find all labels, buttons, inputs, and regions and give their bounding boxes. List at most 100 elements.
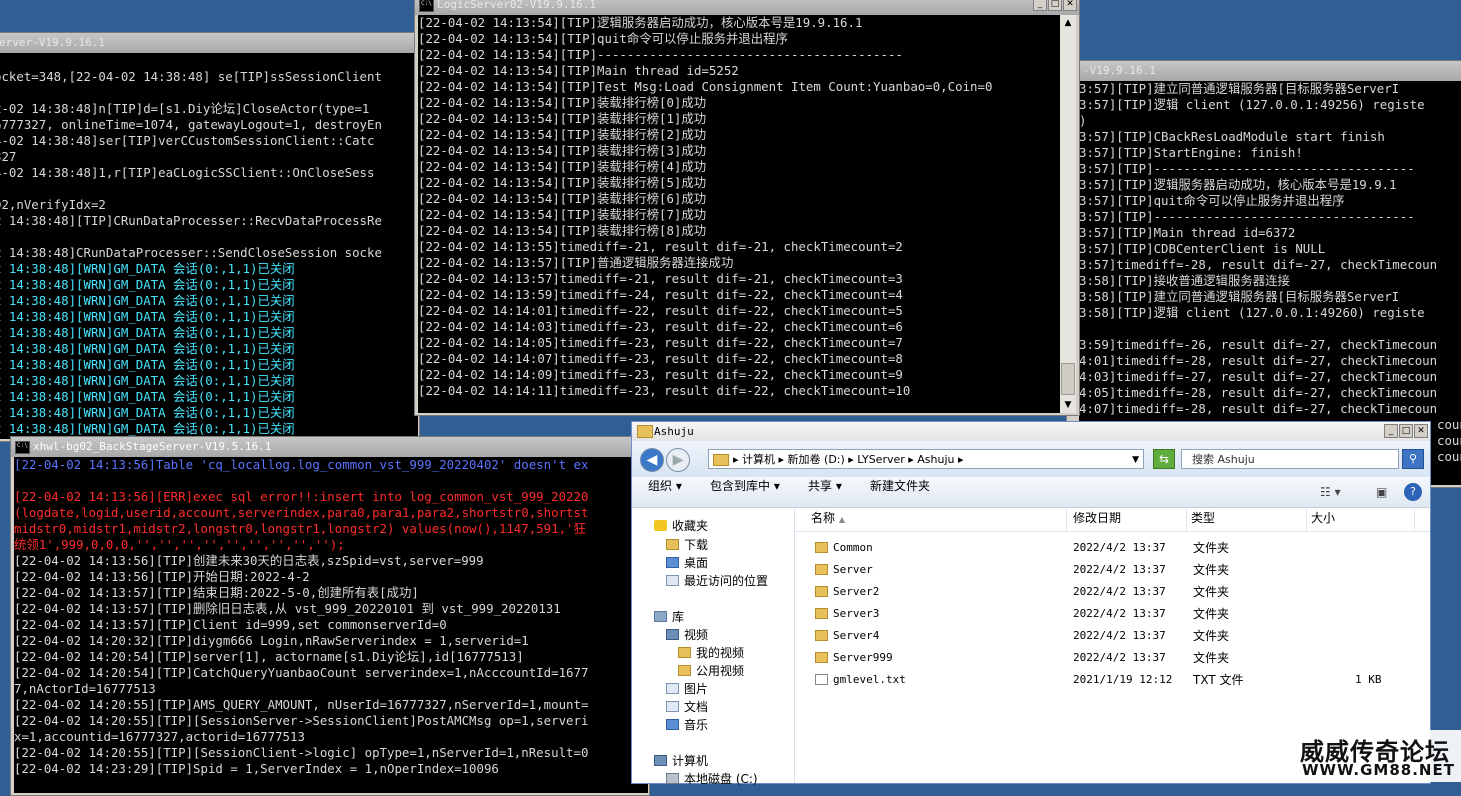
console-line: 4:05]timediff=-28, result dif=-27, check…	[1079, 385, 1438, 400]
new-folder-button[interactable]: 新建文件夹	[870, 477, 930, 507]
scroll-thumb[interactable]	[1061, 363, 1075, 395]
console-line: 3:57][TIP]CDBCenterClient is NULL	[1079, 241, 1326, 256]
minimize-button[interactable]: _	[1033, 0, 1047, 11]
scroll-down-arrow[interactable]: ▼	[1060, 397, 1076, 413]
preview-pane-icon[interactable]: ▣	[1376, 485, 1387, 499]
nav-music[interactable]: 音乐	[666, 716, 708, 734]
folder-icon	[815, 564, 828, 575]
logic-console-output[interactable]: [22-04-02 14:13:54][TIP]逻辑服务器启动成功，核心版本号是…	[418, 15, 1060, 413]
console-line: 2 14:38:48][WRN]GM_DATA 会话(0:,1,1)已关闭	[0, 261, 295, 276]
console-line: 02,nVerifyIdx=2	[0, 197, 106, 212]
back-button[interactable]: ◀	[640, 448, 664, 472]
disk-icon	[666, 773, 679, 784]
backstage-console-titlebar[interactable]: xhwl-bg02_BackStageServer-V19.5.16.1	[11, 437, 649, 457]
maximize-button[interactable]: □	[1399, 424, 1413, 438]
file-name: gmlevel.txt	[833, 673, 906, 686]
nav-label: 计算机	[672, 754, 709, 768]
file-row[interactable]: Server 2022/4/2 13:37 文件夹	[795, 559, 1415, 581]
include-in-library-button[interactable]: 包含到库中 ▾	[710, 477, 780, 507]
console-line: [22-04-02 14:13:57][TIP]结束日期:2022-5-0,创建…	[14, 585, 419, 600]
column-header-type[interactable]: 类型	[1187, 509, 1307, 531]
maximize-button[interactable]: □	[1048, 0, 1062, 11]
file-row[interactable]: gmlevel.txt 2021/1/19 12:12 TXT 文件 1 KB	[795, 669, 1415, 691]
picture-icon	[666, 683, 679, 694]
file-row[interactable]: Server999 2022/4/2 13:37 文件夹	[795, 647, 1415, 669]
chevron-down-icon[interactable]: ▼	[1132, 450, 1139, 470]
console-line: 3:57]timediff=-28, result dif=-27, check…	[1079, 257, 1438, 272]
console-line: [22-04-02 14:20:32][TIP]diygm666 Login,n…	[14, 633, 529, 648]
console-line: 4:01]timediff=-28, result dif=-27, check…	[1079, 353, 1438, 368]
nav-downloads[interactable]: 下载	[666, 536, 708, 554]
logic-console-scrollbar[interactable]: ▲ ▼	[1060, 15, 1076, 413]
console-line: [22-04-02 14:14:05]timediff=-23, result …	[418, 335, 903, 350]
nav-label: 最近访问的位置	[684, 574, 769, 588]
address-input[interactable]: ▸ 计算机 ▸ 新加卷 (D:) ▸ LYServer ▸ Ashuju ▸ ▼	[708, 449, 1144, 469]
console-line: [22-04-02 14:13:54][TIP]装载排行榜[2]成功	[418, 127, 707, 142]
help-icon[interactable]: ?	[1404, 483, 1422, 501]
view-options-icon[interactable]: ☷ ▾	[1320, 485, 1341, 499]
minimize-button[interactable]: _	[1384, 424, 1398, 438]
right-console-titlebar[interactable]: -V19.9.16.1	[1067, 61, 1461, 81]
nav-videos[interactable]: 视频	[666, 626, 708, 644]
folder-icon	[815, 630, 828, 641]
column-header-name[interactable]: 名称 ▲	[795, 509, 1067, 531]
console-line: midstr0,midstr1,midstr2,longstr0,longstr…	[14, 521, 586, 536]
left-console-output[interactable]: ocket=348,[22-04-02 14:38:48] se[TIP]ssS…	[0, 53, 418, 439]
address-bar-area: ◀ ▶ ▸ 计算机 ▸ 新加卷 (D:) ▸ LYServer ▸ Ashuju…	[632, 441, 1430, 477]
nav-my-videos[interactable]: 我的视频	[678, 644, 744, 662]
nav-computer[interactable]: 计算机	[654, 752, 708, 770]
video-icon	[666, 629, 679, 640]
backstage-console-output[interactable]: [22-04-02 14:13:56]Table 'cq_locallog.lo…	[14, 457, 648, 793]
logic-console-titlebar[interactable]: LogicServer02-V19.9.16.1 _ □ ✕	[415, 0, 1079, 15]
column-header-size[interactable]: 大小	[1307, 509, 1415, 531]
nav-local-disk[interactable]: 本地磁盘 (C:)	[666, 770, 758, 788]
left-console-window[interactable]: erver-V19.9.16.1 ocket=348,[22-04-02 14:…	[0, 32, 420, 442]
nav-desktop[interactable]: 桌面	[666, 554, 708, 572]
console-line: [22-04-02 14:13:54][TIP]装载排行榜[0]成功	[418, 95, 707, 110]
nav-recent[interactable]: 最近访问的位置	[666, 572, 768, 590]
column-header-modified[interactable]: 修改日期	[1067, 509, 1187, 531]
file-row[interactable]: Server2 2022/4/2 13:37 文件夹	[795, 581, 1415, 603]
nav-pictures[interactable]: 图片	[666, 680, 708, 698]
console-line: 2 14:38:48][TIP]CRunDataProcesser::RecvD…	[0, 213, 382, 228]
file-name: Server3	[833, 607, 880, 620]
close-button[interactable]: ✕	[1414, 424, 1428, 438]
left-console-titlebar[interactable]: erver-V19.9.16.1	[0, 33, 419, 53]
file-name: Server2	[833, 585, 880, 598]
file-type: 文件夹	[1193, 629, 1230, 643]
nav-favorites[interactable]: 收藏夹	[654, 517, 708, 535]
console-line: [22-04-02 14:13:56][TIP]创建未来30天的日志表,szSp…	[14, 553, 484, 568]
console-line: [22-04-02 14:20:55][TIP][SessionServer->…	[14, 713, 589, 728]
share-button[interactable]: 共享 ▾	[808, 477, 842, 507]
search-icon[interactable]: ⚲	[1402, 449, 1424, 469]
backstage-console-window[interactable]: xhwl-bg02_BackStageServer-V19.5.16.1 [22…	[10, 436, 650, 796]
console-line: [22-04-02 14:13:56][TIP]开始日期:2022-4-2	[14, 569, 310, 584]
forward-button[interactable]: ▶	[666, 448, 690, 472]
console-line: 3:57][TIP]StartEngine: finish!	[1079, 145, 1303, 160]
refresh-button[interactable]: ⇆	[1153, 449, 1175, 469]
scroll-up-arrow[interactable]: ▲	[1060, 15, 1076, 31]
explorer-titlebar[interactable]: Ashuju _ □ ✕	[632, 422, 1430, 441]
nav-libraries[interactable]: 库	[654, 608, 684, 626]
console-line: [22-04-02 14:13:59]timediff=-24, result …	[418, 287, 903, 302]
file-modified: 2022/4/2 13:37	[1073, 541, 1166, 554]
explorer-title: Ashuju	[654, 425, 694, 438]
nav-public-videos[interactable]: 公用视频	[678, 662, 744, 680]
logic-console-window[interactable]: LogicServer02-V19.9.16.1 _ □ ✕ [22-04-02…	[414, 0, 1080, 416]
nav-label: 公用视频	[696, 664, 745, 678]
folder-icon	[815, 608, 828, 619]
text-file-icon	[815, 674, 828, 685]
console-line: 3:57][TIP]逻辑服务器启动成功，核心版本号是19.9.1	[1079, 177, 1397, 192]
organize-button[interactable]: 组织 ▾	[648, 477, 682, 507]
nav-documents[interactable]: 文档	[666, 698, 708, 716]
file-type: 文件夹	[1193, 541, 1230, 555]
file-row[interactable]: Server3 2022/4/2 13:37 文件夹	[795, 603, 1415, 625]
file-row[interactable]: Common 2022/4/2 13:37 文件夹	[795, 537, 1415, 559]
file-name: Common	[833, 541, 873, 554]
close-button[interactable]: ✕	[1063, 0, 1077, 11]
file-row[interactable]: Server4 2022/4/2 13:37 文件夹	[795, 625, 1415, 647]
file-name: Server4	[833, 629, 880, 642]
search-input[interactable]: 搜索 Ashuju	[1181, 449, 1399, 469]
